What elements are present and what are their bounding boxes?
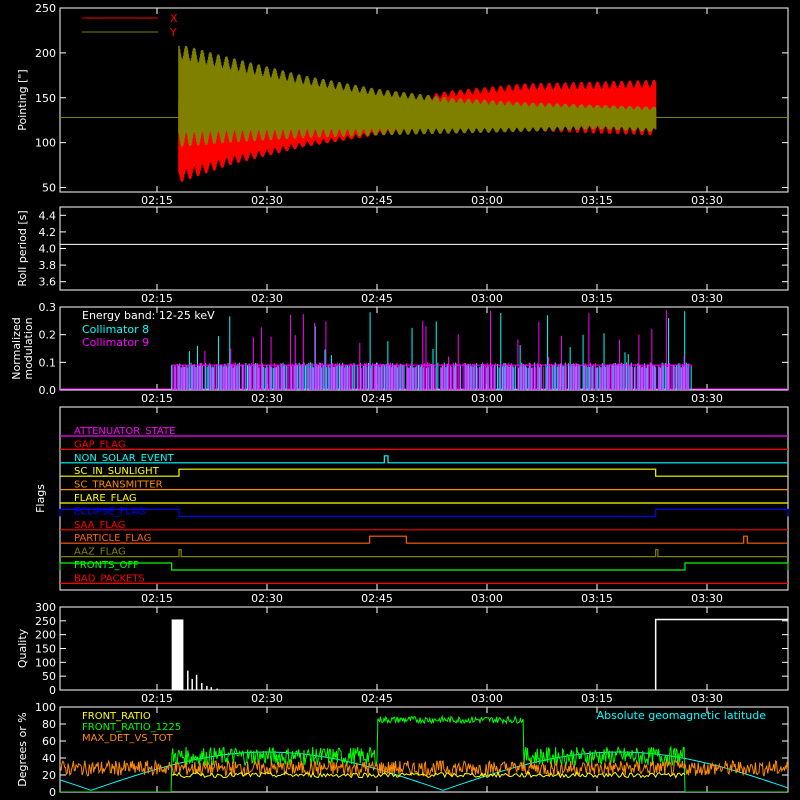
ytick-label: 3.8: [39, 259, 57, 272]
ytick-label: 4.0: [39, 243, 57, 256]
xtick-label: 02:45: [361, 592, 393, 605]
flag-label: ATTENUATOR_STATE: [74, 426, 175, 437]
flag-label: AAZ_FLAG: [74, 547, 126, 558]
xtick-label: 02:45: [361, 292, 393, 305]
quality-step: [654, 618, 788, 690]
xtick-label: 03:15: [581, 194, 613, 207]
ytick-label: 80: [42, 718, 56, 731]
ytick-label: 40: [42, 752, 56, 765]
ytick-label: 0: [49, 786, 56, 799]
collimator-9-bars: [172, 310, 690, 390]
xtick-label: 02:30: [251, 392, 283, 405]
ytick-label: 0.1: [39, 356, 57, 369]
xtick-label: 03:15: [581, 292, 613, 305]
legend-label-x: X: [170, 12, 178, 25]
flag-label: PARTICLE_FLAG: [74, 533, 151, 544]
flag-label: BAD_PACKETS: [74, 573, 145, 584]
xtick-label: 03:00: [471, 692, 503, 705]
xtick-label: 02:15: [141, 392, 173, 405]
flag-label: FRONTS_OFF: [74, 560, 139, 571]
ytick-label: 200: [35, 47, 56, 60]
ytick-label: 0: [49, 684, 56, 697]
legend-label-collimator: Collimator 9: [82, 336, 149, 349]
xtick-label: 02:30: [251, 692, 283, 705]
y-axis-label: Roll period [s]: [16, 210, 29, 286]
quicklook-figure: 02:15 02:30 02:45 03:00 03:15 03:30 02:15 02:30…: [0, 0, 800, 800]
legend-label-ratio: FRONT_RATIO: [82, 711, 151, 722]
legend-label-collimator: Collimator 8: [82, 323, 149, 336]
y-axis-label: Quality: [16, 628, 29, 668]
xtick-label: 02:15: [141, 592, 173, 605]
xtick-label: 02:15: [141, 194, 173, 207]
flag-label: SC_TRANSMITTER: [74, 480, 163, 491]
legend-label-latitude: Absolute geomagnetic latitude: [597, 709, 767, 722]
xtick-label: 03:30: [691, 692, 723, 705]
pointing-plot: [60, 45, 788, 182]
quality-plot: [171, 618, 788, 690]
legend-label-y: Y: [169, 26, 177, 39]
xtick-label: 03:30: [691, 392, 723, 405]
xtick-label: 03:00: [471, 292, 503, 305]
xtick-label: 03:30: [691, 592, 723, 605]
xtick-label: 02:30: [251, 292, 283, 305]
ytick-label: 20: [42, 769, 56, 782]
ytick-label: 100: [35, 701, 56, 714]
ytick-label: 0.0: [39, 384, 57, 397]
flag-label: FLARE_FLAG: [74, 493, 137, 504]
ytick-label: 4.2: [39, 226, 57, 239]
flag-trace-eclipse-flag: [59, 508, 789, 517]
ytick-label: 50: [42, 670, 56, 683]
ytick-label: 100: [35, 656, 56, 669]
legend-label-ratio: FRONT_RATIO_1225: [82, 722, 181, 733]
flag-trace-sc-in-sunlight: [60, 468, 788, 477]
panel-frame-1: [59, 206, 789, 291]
xtick-label: 03:15: [581, 392, 613, 405]
xtick-label: 03:00: [471, 392, 503, 405]
flag-label: ECLIPSE_FLAG: [74, 506, 145, 517]
flag-label: NON_SOLAR_EVENT: [74, 453, 175, 464]
flag-label: SC_IN_SUNLIGHT: [74, 466, 160, 477]
ytick-label: 250: [35, 615, 56, 628]
xtick-label: 02:15: [141, 692, 173, 705]
energy-band-annotation: Energy band: 12-25 keV: [82, 309, 215, 322]
ytick-label: 4.4: [39, 209, 57, 222]
xtick-label: 02:45: [361, 392, 393, 405]
ytick-label: 60: [42, 735, 56, 748]
xtick-label: 02:45: [361, 194, 393, 207]
ytick-label: 300: [35, 601, 56, 614]
xtick-label: 03:30: [691, 292, 723, 305]
xtick-label: 03:15: [581, 692, 613, 705]
ytick-label: 0.2: [39, 329, 57, 342]
xtick-label: 02:45: [361, 692, 393, 705]
xtick-label: 02:30: [251, 194, 283, 207]
flag-trace-particle-flag: [60, 535, 788, 544]
y-axis-label: Flags: [34, 484, 47, 513]
y-axis-label: modulation: [22, 317, 35, 379]
legend-label-ratio: MAX_DET_VS_TOT: [82, 733, 174, 744]
xtick-label: 02:30: [251, 592, 283, 605]
xtick-label: 03:15: [581, 592, 613, 605]
y-axis-label: Pointing ["]: [16, 69, 29, 130]
ytick-label: 3.6: [39, 276, 57, 289]
xtick-label: 03:30: [691, 194, 723, 207]
flag-label: GAP_FLAG: [74, 439, 126, 450]
quality-bar: [171, 619, 184, 690]
xtick-label: 02:15: [141, 292, 173, 305]
flag-label: SAA_FLAG: [74, 520, 125, 531]
max-det-vs-tot-trace: [60, 759, 788, 778]
ytick-label: 250: [35, 2, 56, 15]
ytick-label: 150: [35, 643, 56, 656]
y-axis-label: Degrees or %: [16, 712, 29, 786]
xtick-label: 03:00: [471, 194, 503, 207]
ytick-label: 100: [35, 137, 56, 150]
ytick-label: 150: [35, 92, 56, 105]
modulation-plot: [60, 310, 788, 390]
flag-trace-fronts-off: [59, 562, 789, 571]
figure-canvas: 02:15 02:30 02:45 03:00 03:15 03:30 02:15 02:30…: [10, 2, 789, 799]
ytick-label: 200: [35, 629, 56, 642]
ytick-label: 0.3: [39, 301, 57, 314]
ytick-label: 50: [42, 182, 56, 195]
flag-trace-aaz-flag: [60, 549, 788, 558]
xtick-label: 03:00: [471, 592, 503, 605]
